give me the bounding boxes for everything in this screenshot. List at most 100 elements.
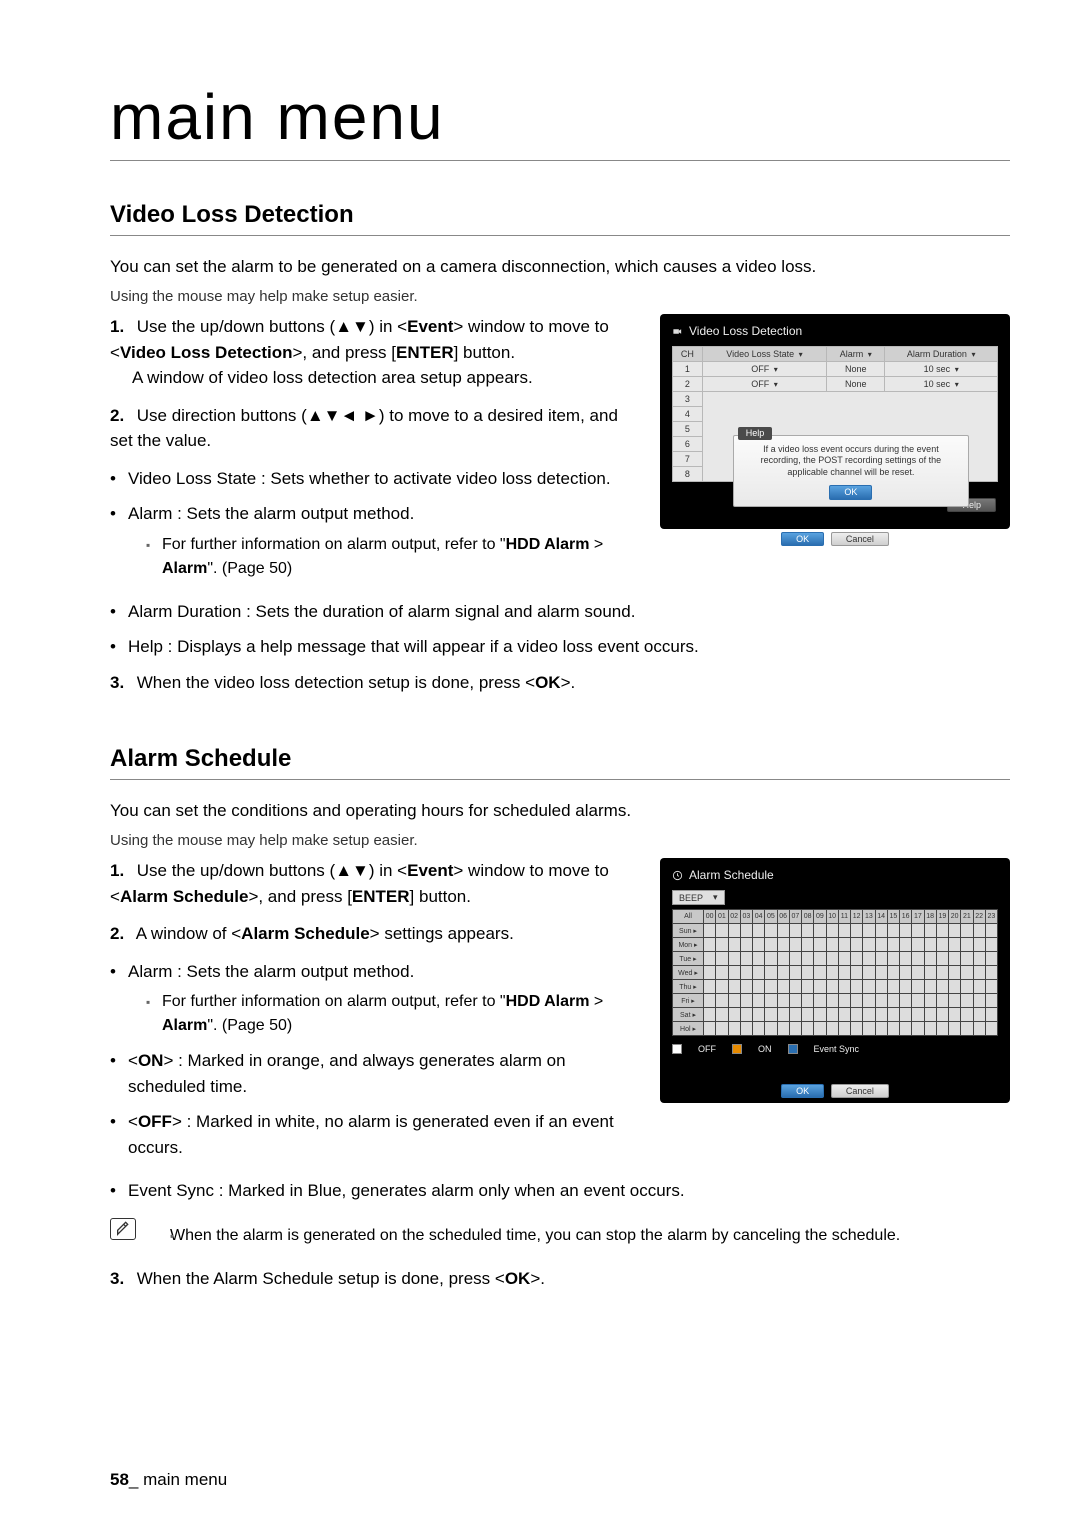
cancel-button[interactable]: Cancel [831,1084,889,1098]
grid-cell [863,952,874,965]
grid-cell [802,952,813,965]
ok-button[interactable]: OK [781,532,824,546]
grid-cell [765,952,776,965]
list-item: 3. When the Alarm Schedule setup is done… [110,1266,1010,1292]
grid-cell [876,966,887,979]
paragraph: Using the mouse may help make setup easi… [110,286,1010,309]
schedule-grid[interactable]: All0001020304050607080910111213141516171… [672,909,998,1036]
grid-cell [839,1008,850,1021]
grid-cell [716,938,727,951]
grid-cell [937,1022,948,1035]
grid-cell [716,980,727,993]
grid-cell [863,994,874,1007]
grid-cell [790,938,801,951]
grid-cell [814,980,825,993]
grid-cell [912,980,923,993]
grid-cell: 19 [937,910,948,923]
text: For further information on alarm output,… [162,536,506,553]
grid-cell [863,938,874,951]
cell: 6 [673,437,703,452]
text: ENTER [396,343,454,362]
grid-cell [753,924,764,937]
text: When the video loss detection setup is d… [137,673,535,692]
grid-cell: 10 [827,910,838,923]
grid-cell [900,952,911,965]
grid-cell [925,1008,936,1021]
grid-cell [986,924,997,937]
alarm-select[interactable]: BEEP ▾ [672,890,725,905]
col-state: Video Loss State ▾ [702,347,826,362]
cell: Help If a video loss event occurs during… [702,392,997,482]
grid-cell [937,966,948,979]
grid-cell [974,1008,985,1021]
text: Alarm [162,1017,207,1034]
grid-cell [741,1022,752,1035]
grid-cell [778,1008,789,1021]
grid-cell [716,1022,727,1035]
grid-cell [876,994,887,1007]
grid-cell: 13 [863,910,874,923]
table-row: 1 OFF ▾ None 10 sec ▾ [673,362,998,377]
grid-cell [814,1008,825,1021]
col-ch: CH [673,347,703,362]
cell: 1 [673,362,703,377]
grid-cell: 15 [888,910,899,923]
grid-cell [814,924,825,937]
grid-cell [974,980,985,993]
grid-cell [937,952,948,965]
grid-cell [741,994,752,1007]
grid-cell [741,1008,752,1021]
grid-cell [912,924,923,937]
dialog-title: Video Loss Detection [672,324,998,338]
grid-cell [986,980,997,993]
text: >. [530,1269,545,1288]
grid-cell [961,966,972,979]
grid-cell [814,952,825,965]
text: A window of < [136,924,241,943]
clock-icon [672,870,683,881]
grid-cell: All [673,910,703,923]
grid-cell: 03 [741,910,752,923]
grid-cell [790,1008,801,1021]
text: Alarm Schedule [120,887,249,906]
grid-cell [790,924,801,937]
ok-button[interactable]: OK [829,485,872,501]
cell: None [827,377,885,392]
grid-cell [912,1008,923,1021]
grid-cell [863,1008,874,1021]
grid-cell [925,952,936,965]
list-item: For further information on alarm output,… [128,533,636,581]
cancel-button[interactable]: Cancel [831,532,889,546]
grid-cell [851,938,862,951]
grid-cell [802,1022,813,1035]
text: For further information on alarm output,… [162,993,506,1010]
text: HDD Alarm [506,993,590,1010]
grid-cell [851,980,862,993]
grid-cell [961,924,972,937]
cell: 2 [673,377,703,392]
text: ". (Page 50) [207,1017,292,1034]
grid-cell [851,1008,862,1021]
heading-alarm-schedule: Alarm Schedule [110,745,1010,773]
grid-cell [949,952,960,965]
grid-cell [716,1008,727,1021]
text: > [589,536,603,553]
grid-cell [900,1008,911,1021]
grid-cell [765,966,776,979]
grid-cell [974,924,985,937]
step-number: 2. [110,921,132,947]
grid-cell [925,994,936,1007]
grid-cell [839,1022,850,1035]
grid-cell [863,924,874,937]
grid-cell [937,994,948,1007]
ok-button[interactable]: OK [781,1084,824,1098]
grid-cell [704,966,715,979]
grid-cell [863,980,874,993]
page-number: 58 [110,1470,129,1489]
grid-cell [741,924,752,937]
col-alarm: Alarm ▾ [827,347,885,362]
step-number: 1. [110,314,132,340]
grid-cell [765,1008,776,1021]
grid-cell [888,924,899,937]
grid-cell [961,952,972,965]
